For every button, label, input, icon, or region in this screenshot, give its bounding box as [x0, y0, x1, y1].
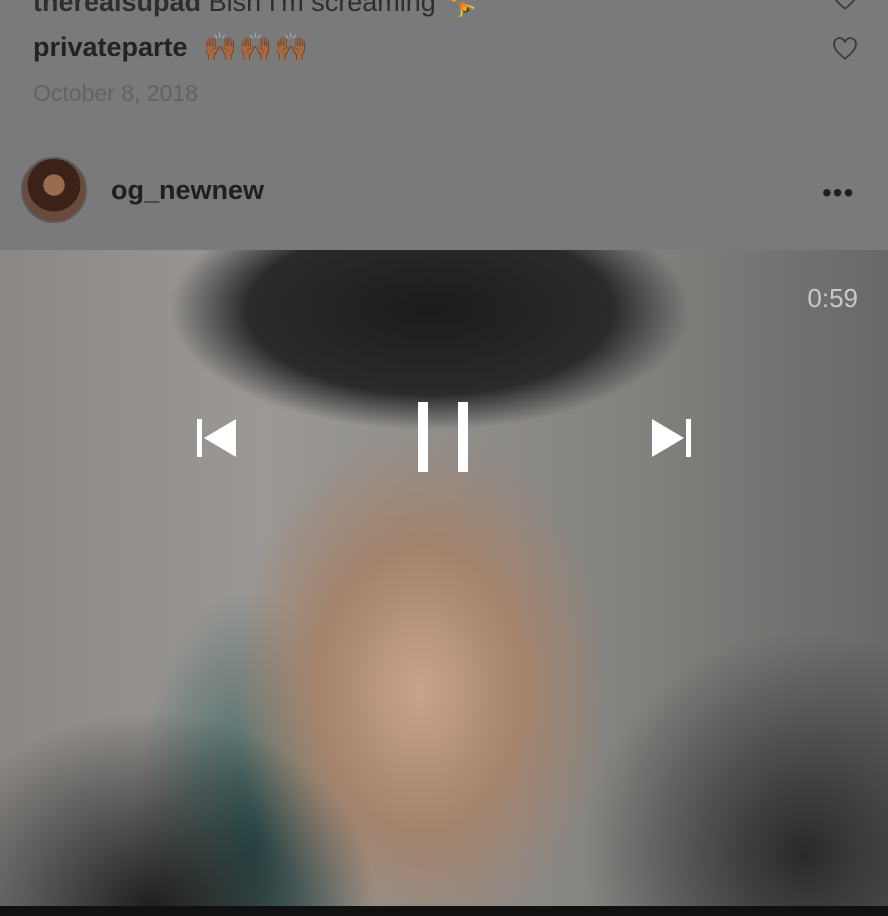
heart-icon[interactable] — [832, 36, 858, 62]
video-frame-shadow — [580, 630, 888, 906]
comment-text: 🙌🏾🙌🏾🙌🏾 — [203, 32, 310, 62]
heart-icon[interactable] — [832, 0, 858, 12]
comment-username[interactable]: therealsupad — [33, 0, 201, 17]
comments-section: therealsupad Bish I'm screaming 🤸 privat… — [0, 0, 888, 250]
video-frame-shadow — [0, 710, 380, 906]
post-date: October 8, 2018 — [33, 80, 198, 106]
pause-icon[interactable] — [416, 400, 472, 474]
video-controls — [0, 400, 888, 480]
video-time-remaining: 0:59 — [807, 283, 858, 313]
comment-row: privateparte 🙌🏾🙌🏾🙌🏾 — [33, 31, 310, 63]
comment-text: Bish I'm screaming 🤸 — [208, 0, 477, 17]
skip-previous-icon[interactable] — [196, 418, 238, 458]
bottom-edge — [0, 906, 888, 916]
more-options-icon[interactable]: ••• — [822, 177, 854, 209]
skip-next-icon[interactable] — [651, 418, 693, 458]
post-header: og_newnew ••• — [0, 150, 888, 230]
comment-username[interactable]: privateparte — [33, 32, 188, 62]
avatar[interactable] — [21, 157, 87, 223]
comment-row: therealsupad Bish I'm screaming 🤸 — [33, 0, 477, 18]
post-username[interactable]: og_newnew — [111, 175, 264, 206]
video-player[interactable]: 0:59 — [0, 250, 888, 906]
